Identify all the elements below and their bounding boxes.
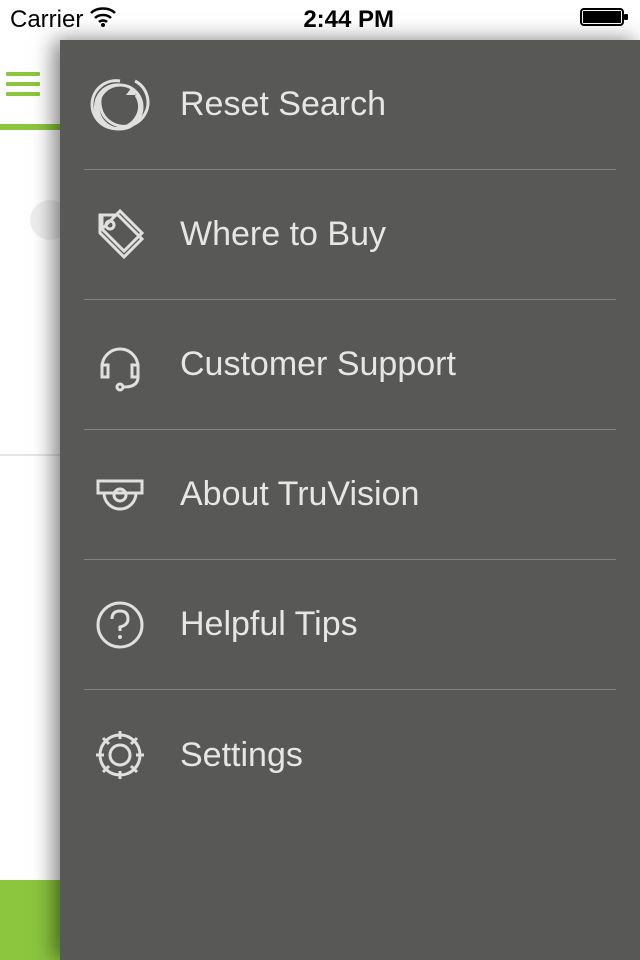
menu-label: Customer Support [170, 345, 456, 384]
bottom-banner [0, 880, 60, 960]
status-bar: Carrier 2:44 PM [0, 0, 640, 40]
battery-icon [580, 6, 630, 35]
wifi-icon [89, 6, 117, 34]
headset-icon [90, 335, 170, 395]
menu-label: About TruVision [170, 475, 419, 514]
menu-item-about-truvision[interactable]: About TruVision [84, 430, 616, 560]
carrier-label: Carrier [10, 6, 83, 34]
menu-label: Reset Search [170, 85, 386, 124]
menu-label: Settings [170, 736, 303, 775]
menu-item-where-to-buy[interactable]: Where to Buy [84, 170, 616, 300]
menu-item-customer-support[interactable]: Customer Support [84, 300, 616, 430]
menu-label: Helpful Tips [170, 605, 358, 644]
header-accent-underline [0, 124, 60, 130]
background-divider [0, 454, 60, 456]
background-content [0, 0, 60, 960]
menu-label: Where to Buy [170, 215, 386, 254]
reset-icon [90, 75, 170, 135]
status-time: 2:44 PM [303, 6, 394, 34]
side-drawer: Reset Search Where to Buy [60, 40, 640, 960]
menu-item-reset-search[interactable]: Reset Search [84, 40, 616, 170]
gear-icon [90, 725, 170, 785]
hamburger-menu-button[interactable] [6, 72, 40, 96]
tag-icon [90, 205, 170, 265]
camera-dome-icon [90, 465, 170, 525]
menu-item-settings[interactable]: Settings [84, 690, 616, 820]
menu-item-helpful-tips[interactable]: Helpful Tips [84, 560, 616, 690]
help-icon [90, 595, 170, 655]
